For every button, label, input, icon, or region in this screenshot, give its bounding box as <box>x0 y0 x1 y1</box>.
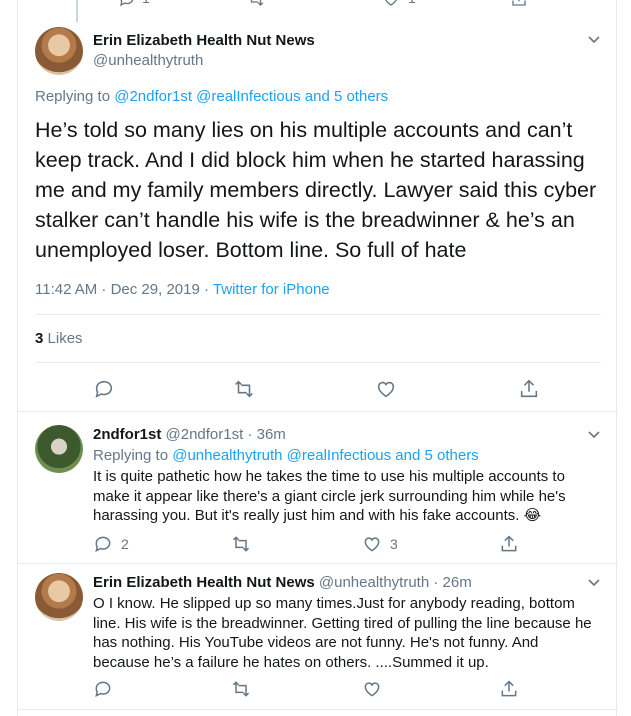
tweet-text: He’s told so many lies on his multiple a… <box>35 118 597 262</box>
share-button[interactable] <box>499 679 519 699</box>
reply-author-name[interactable]: Erin Elizabeth Health Nut News <box>93 574 315 591</box>
reply-text: It is quite pathetic how he takes the ti… <box>93 468 566 524</box>
like-icon <box>377 381 395 398</box>
tweet-timestamp[interactable]: 11:42 AM · Dec 29, 2019 <box>35 281 200 298</box>
share-icon <box>501 680 517 697</box>
share-icon <box>520 379 538 398</box>
like-icon <box>364 682 380 697</box>
divider <box>18 709 618 710</box>
reply-author[interactable]: Erin Elizabeth Health Nut News @unhealth… <box>93 574 472 591</box>
tweet-source-link[interactable]: Twitter for iPhone <box>213 281 330 298</box>
tweet-metadata: 11:42 AM · Dec 29, 2019 · Twitter for iP… <box>35 281 330 298</box>
reply-button[interactable] <box>93 378 115 400</box>
reply-author-meta[interactable]: @2ndfor1st · 36m <box>166 426 286 443</box>
share-button[interactable] <box>499 534 519 554</box>
replying-to-label: Replying to <box>35 88 111 105</box>
author-display-name[interactable]: Erin Elizabeth Health Nut News <box>93 32 315 49</box>
reply-icon <box>95 536 111 553</box>
reply-button[interactable] <box>93 679 113 699</box>
author-handle[interactable]: @unhealthytruth <box>93 52 203 69</box>
divider <box>35 362 601 363</box>
reply-author-meta[interactable]: @unhealthytruth · 26m <box>319 574 472 591</box>
reply-icon <box>95 380 113 398</box>
chevron-down-icon[interactable] <box>586 426 602 442</box>
divider <box>18 563 618 564</box>
like-button[interactable] <box>362 679 382 699</box>
meta-separator: · <box>204 281 209 298</box>
like-count: 3 <box>390 536 398 552</box>
previous-tweet-actions: 1 1 <box>18 0 618 10</box>
replying-to-label: Replying to <box>93 447 169 464</box>
reply-text: O I know. He slipped up so many times.Ju… <box>93 595 592 671</box>
divider <box>35 314 601 315</box>
reply-icon <box>95 681 111 698</box>
like-button[interactable]: 3 <box>362 534 398 554</box>
reply-author[interactable]: 2ndfor1st @2ndfor1st · 36m <box>93 426 286 443</box>
share-icon[interactable] <box>510 0 528 8</box>
avatar[interactable] <box>35 573 83 621</box>
reply-icon[interactable] <box>118 0 136 8</box>
chevron-down-icon[interactable] <box>586 574 602 590</box>
share-button[interactable] <box>518 378 540 400</box>
retweet-icon <box>235 380 253 398</box>
tweet-thread-column: 1 1 Erin Elizabeth Health Nut News @unhe… <box>17 0 618 716</box>
reply-author-name[interactable]: 2ndfor1st <box>93 426 161 443</box>
avatar[interactable] <box>35 27 83 75</box>
reply-button[interactable]: 2 <box>93 534 129 554</box>
chevron-down-icon[interactable] <box>586 31 602 47</box>
like-icon <box>364 537 380 552</box>
share-icon <box>501 535 517 552</box>
likes-count: 3 <box>35 330 44 347</box>
like-icon[interactable] <box>382 0 400 8</box>
retweet-button[interactable] <box>230 679 252 699</box>
retweet-icon <box>232 681 250 697</box>
retweet-icon <box>232 536 250 552</box>
retweet-button[interactable] <box>232 378 256 400</box>
divider <box>18 411 618 412</box>
retweet-button[interactable] <box>230 534 252 554</box>
replying-to-links[interactable]: @2ndfor1st @realInfectious and 5 others <box>114 88 388 105</box>
like-count: 1 <box>408 0 416 6</box>
likes-label: Likes <box>47 330 83 347</box>
reply-count: 1 <box>142 0 150 6</box>
likes-summary[interactable]: 3 Likes <box>35 330 83 347</box>
reply-count: 2 <box>121 536 129 552</box>
replying-to: Replying to @unhealthytruth @realInfecti… <box>93 447 479 464</box>
like-button[interactable] <box>375 378 397 400</box>
retweet-icon[interactable] <box>246 0 266 8</box>
avatar[interactable] <box>35 425 83 473</box>
replying-to-links[interactable]: @unhealthytruth @realInfectious and 5 ot… <box>172 447 478 464</box>
replying-to: Replying to @2ndfor1st @realInfectious a… <box>35 88 388 105</box>
